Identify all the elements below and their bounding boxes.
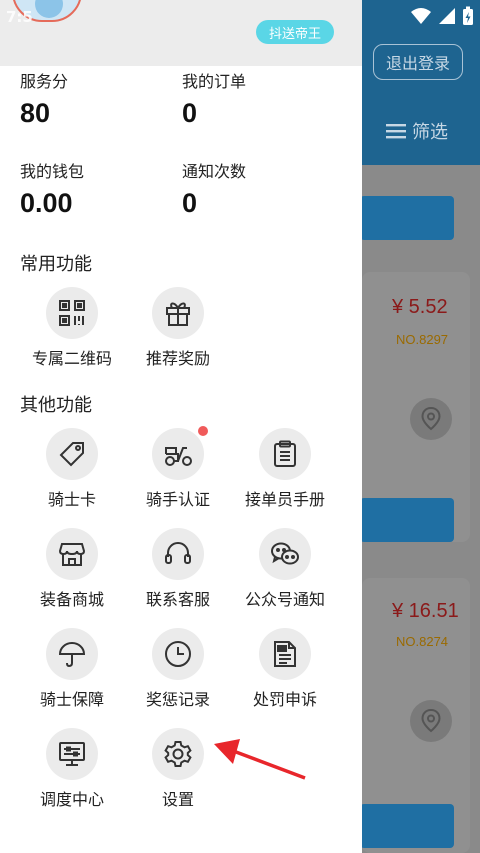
annotation-arrow-icon <box>214 739 306 780</box>
